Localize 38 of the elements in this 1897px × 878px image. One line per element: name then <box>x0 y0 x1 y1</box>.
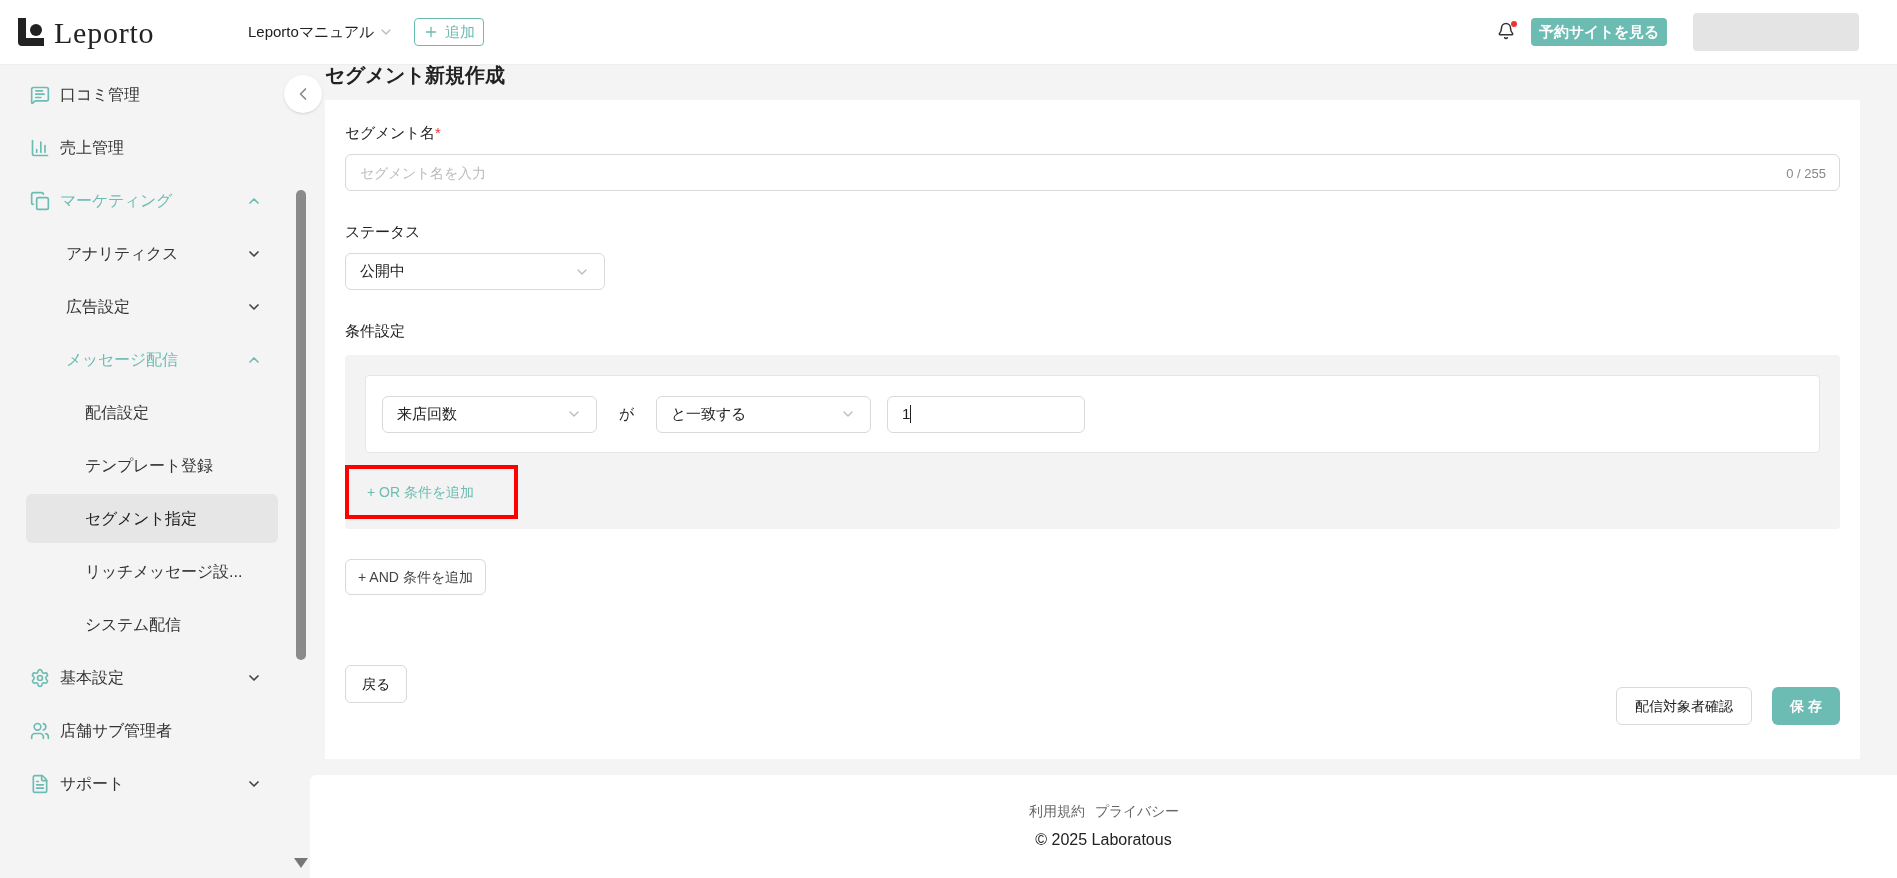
stacked-squares-icon <box>30 190 50 211</box>
logo-icon <box>18 18 44 46</box>
logo-text: Leporto <box>54 14 155 51</box>
sidebar-item[interactable]: テンプレート登録 <box>26 441 278 490</box>
sidebar-item[interactable]: 売上管理 <box>26 121 278 174</box>
sidebar-item[interactable]: リッチメッセージ設... <box>26 547 278 596</box>
select-field[interactable]: 来店回数 <box>382 395 597 433</box>
bar-chart-icon <box>30 137 50 158</box>
sidebar-item[interactable]: サポート <box>26 757 278 810</box>
confirm-recipients-button[interactable]: 配信対象者確認 <box>1616 687 1753 725</box>
sidebar-item[interactable]: システム配信 <box>26 600 278 649</box>
sidebar-item[interactable]: 店舗サブ管理者 <box>26 704 278 757</box>
sidebar-item[interactable]: アナリティクス <box>26 227 278 280</box>
field-label: ステータス <box>345 222 421 242</box>
people-icon <box>30 720 50 741</box>
sidebar-item[interactable]: 基本設定 <box>26 651 278 704</box>
sidebar-item[interactable]: セグメント指定 <box>26 494 278 543</box>
footer-link[interactable]: 利用規約 <box>1028 801 1085 822</box>
select-field[interactable]: と一致する <box>656 395 871 433</box>
bell-icon <box>1497 21 1515 41</box>
back-button[interactable]: 戻る <box>345 665 407 703</box>
value-field[interactable]: 1 <box>887 395 1085 433</box>
character-counter: 0 / 255 <box>1786 165 1826 183</box>
sidebar-item[interactable]: 広告設定 <box>26 280 278 333</box>
copyright-text: © 2025 Laboratous <box>1035 830 1172 850</box>
gear-icon <box>30 667 50 688</box>
joiner-text: が <box>618 403 635 424</box>
document-icon <box>30 773 50 794</box>
select-field[interactable]: 公開中 <box>345 253 605 290</box>
footer-link[interactable]: プライバシー <box>1094 801 1179 822</box>
field-label: セグメント名* <box>345 123 442 143</box>
workspace-dropdown[interactable]: Leportoマニュアル <box>248 20 394 44</box>
sidebar-item[interactable]: 口コミ管理 <box>26 68 278 121</box>
sidebar-item[interactable]: 配信設定 <box>26 388 278 437</box>
field-label: 条件設定 <box>345 321 406 341</box>
page-title: セグメント新規作成 <box>325 65 506 88</box>
add-and-condition-button[interactable]: + AND 条件を追加 <box>345 559 486 595</box>
speech-bubble-icon <box>30 84 50 105</box>
